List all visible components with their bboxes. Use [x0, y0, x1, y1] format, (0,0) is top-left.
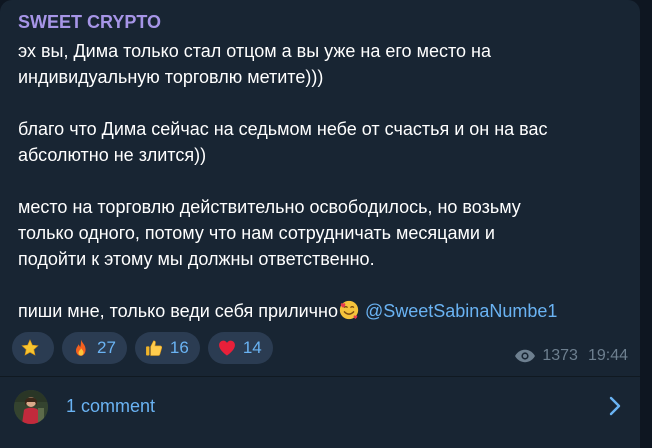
smiling-face-with-hearts-icon [339, 300, 359, 320]
commenter-avatar [14, 390, 48, 424]
user-mention-link[interactable]: @SweetSabinaNumbe1 [365, 301, 557, 321]
post-text: эх вы, Дима только стал отцом а вы уже н… [18, 38, 633, 324]
chevron-right-icon [609, 396, 621, 416]
reaction-count: 16 [169, 338, 189, 357]
comments-button[interactable]: 1 comment [0, 377, 640, 437]
channel-post: SWEET CRYPTO эх вы, Дима только стал отц… [0, 0, 640, 448]
post-last-line-text: пиши мне, только веди себя прилично [18, 301, 338, 321]
reactions-bar: 27 16 14 [12, 332, 273, 364]
star-icon [21, 339, 39, 356]
chat-background-edge [640, 0, 652, 448]
reaction-star[interactable] [12, 332, 54, 364]
reaction-count: 27 [97, 338, 116, 357]
comments-count-label: 1 comment [66, 396, 156, 416]
red-heart-icon [218, 340, 235, 356]
post-time: 19:44 [587, 347, 628, 364]
thumbs-up-icon [146, 340, 162, 356]
reaction-fire[interactable]: 27 [62, 332, 127, 364]
eye-icon [515, 349, 536, 363]
view-count: 1373 [542, 347, 578, 364]
avatar-image [14, 390, 48, 424]
post-paragraph: эх вы, Дима только стал отцом а вы уже н… [18, 41, 491, 87]
post-paragraph-last: пиши мне, только веди себя прилично @Swe… [18, 298, 633, 324]
channel-name[interactable]: SWEET CRYPTO [18, 12, 161, 33]
reaction-red-heart[interactable]: 14 [207, 332, 273, 364]
post-paragraph: место на торговлю действительно освободи… [18, 197, 521, 269]
post-meta: 1373 19:44 [514, 347, 628, 365]
reaction-count: 14 [242, 338, 262, 357]
post-paragraph: благо что Дима сейчас на седьмом небе от… [18, 119, 548, 165]
reaction-thumbs-up[interactable]: 16 [134, 332, 200, 364]
fire-icon [76, 339, 86, 356]
